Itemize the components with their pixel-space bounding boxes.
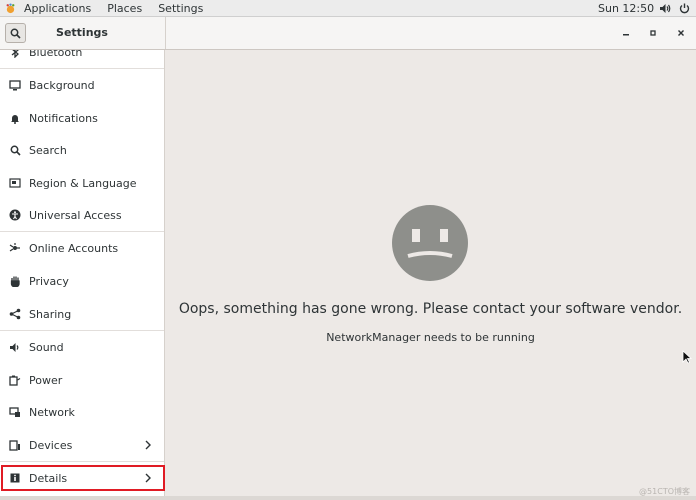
power-icon[interactable] [679,3,690,14]
settings-menu[interactable]: Settings [150,0,211,17]
sidebar-item-label: Online Accounts [29,241,119,255]
error-title: Oops, something has gone wrong. Please c… [178,301,683,317]
sidebar-item-search[interactable]: Search [0,134,164,166]
sidebar-item-sound[interactable]: Sound [0,331,164,363]
volume-icon[interactable] [659,3,671,14]
close-button[interactable] [673,25,689,41]
minimize-icon [623,34,629,36]
sidebar-item-background[interactable]: Background [0,69,164,101]
chevron-right-icon [145,440,151,450]
sidebar-item-online-accounts[interactable]: Online Accounts [0,232,164,264]
sidebar-item-devices[interactable]: Devices [0,429,164,461]
region-icon [9,177,21,189]
sidebar-item-label: Universal Access [29,208,122,222]
sidebar-item-label: Search [29,143,67,157]
search-icon [10,28,21,39]
sidebar-item-label: Privacy [29,274,69,288]
header-separator [165,17,166,49]
system-tray[interactable] [659,0,690,17]
sidebar-item-label: Devices [29,438,73,452]
sidebar-item-bluetooth[interactable]: Bluetooth [0,50,164,68]
search-button[interactable] [5,23,26,43]
search-icon [9,144,21,156]
applications-menu[interactable]: Applications [16,0,99,17]
mouse-pointer-icon [682,350,692,364]
window-title: Settings [56,26,108,39]
watermark: @51CTO博客 [639,487,690,496]
error-message: NetworkManager needs to be running [326,331,535,344]
sidebar-item-label: Background [29,78,95,92]
maximize-button[interactable] [645,25,661,41]
sidebar-item-label: Sharing [29,307,72,321]
gnome-foot-icon [6,2,15,13]
accessibility-icon [9,209,21,221]
bell-icon [9,112,21,124]
background-icon [9,79,21,91]
maximize-icon [650,30,656,36]
places-menu[interactable]: Places [99,0,150,17]
share-icon [9,308,21,320]
top-bar: Applications Places Settings Sun 12:50 [0,0,696,17]
sidebar-item-label: Notifications [29,111,98,125]
details-highlight-box [1,465,165,491]
devices-icon [9,439,21,451]
hand-icon [9,275,21,287]
clock[interactable]: Sun 12:50 [598,0,654,17]
sad-face-icon [392,205,468,281]
sidebar-item-privacy[interactable]: Privacy [0,265,164,297]
window-bottom-border [0,496,696,500]
online-accounts-icon [9,242,21,254]
sidebar-item-label: Bluetooth [29,50,83,59]
sidebar-item-universal-access[interactable]: Universal Access [0,199,164,231]
sidebar-item-power[interactable]: Power [0,364,164,396]
sidebar-item-label: Region & Language [29,176,137,190]
sidebar-item-region-language[interactable]: Region & Language [0,167,164,199]
battery-icon [9,374,21,386]
error-panel: Oops, something has gone wrong. Please c… [165,50,696,496]
top-menu: Applications Places Settings [0,0,211,17]
sidebar-item-network[interactable]: Network [0,396,164,428]
sidebar-item-label: Power [29,373,63,387]
sidebar-item-label: Network [29,405,75,419]
settings-sidebar[interactable]: Bluetooth Background Notifications Searc… [0,50,165,500]
sidebar-item-notifications[interactable]: Notifications [0,102,164,134]
close-icon [678,30,684,36]
speaker-icon [9,341,21,353]
sidebar-item-sharing[interactable]: Sharing [0,298,164,330]
window-header: Settings [0,17,696,50]
network-icon [9,406,21,418]
sidebar-item-label: Sound [29,340,64,354]
minimize-button[interactable] [618,25,634,41]
bluetooth-icon [9,50,21,58]
